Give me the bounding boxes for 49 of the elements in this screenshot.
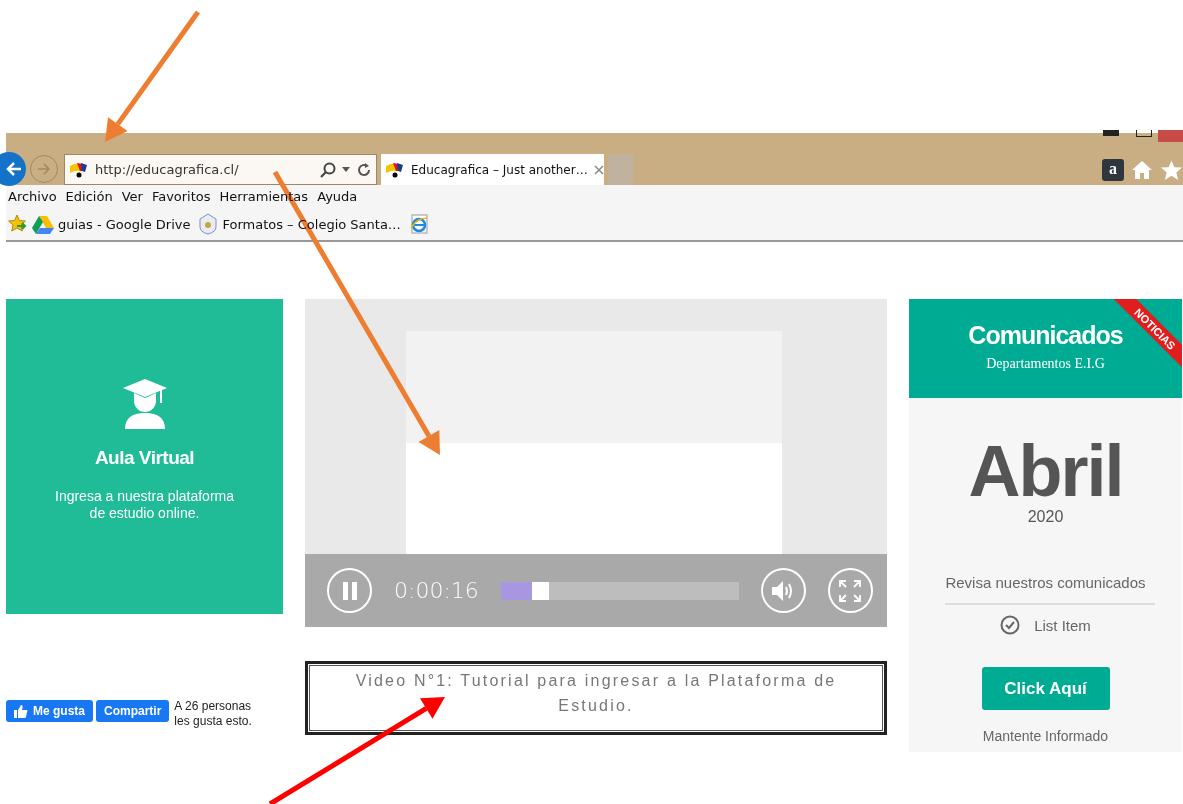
home-icon[interactable] — [1130, 159, 1154, 181]
dropdown-caret-icon[interactable] — [342, 167, 350, 172]
video-time: 0:00:16 — [394, 578, 479, 603]
thumbs-up-icon — [14, 704, 28, 718]
amazon-button[interactable]: a — [1102, 159, 1124, 181]
forward-arrow-icon — [37, 163, 51, 175]
back-arrow-icon — [6, 162, 22, 176]
favorites-star-icon[interactable] — [1160, 159, 1183, 181]
panel-description: Ingresa a nuestra plataforma de estudio online. — [54, 488, 235, 522]
card-title: Comunicados — [968, 321, 1123, 350]
browser-e-icon[interactable] — [408, 214, 429, 234]
drive-logo-icon[interactable] — [32, 214, 54, 234]
pause-button[interactable] — [327, 568, 372, 613]
footer-text: Mantente Informado — [981, 728, 1110, 744]
menu-item[interactable]: Favoritos — [149, 189, 218, 204]
tab-title: Educagrafica – Just another… — [411, 162, 588, 177]
menu-item[interactable]: Edición — [63, 189, 120, 204]
browser-tab[interactable]: Educagrafica – Just another… — [381, 154, 604, 185]
site-logo-icon — [385, 160, 405, 179]
url-text: http://educagrafica.cl/ — [95, 162, 240, 177]
menu-item[interactable]: Ver — [119, 189, 150, 204]
like-button[interactable]: Me gusta — [6, 700, 93, 722]
fullscreen-button[interactable] — [827, 568, 873, 613]
share-button[interactable]: Compartir — [96, 700, 170, 722]
like-count-text: A 26 personas les gusta esto. — [174, 699, 253, 729]
panel-title: Aula Virtual — [94, 447, 195, 469]
year-text: 2020 — [1026, 508, 1065, 526]
video-caption: Video N°1: Tutorial para ingresar a la Plataforma de Estudio. — [305, 661, 887, 735]
card-subtitle: Departamentos E.I.G — [986, 356, 1105, 372]
menu-item[interactable]: Archivo — [6, 189, 64, 204]
maximize-button[interactable] — [1136, 130, 1152, 137]
refresh-icon[interactable] — [356, 161, 372, 178]
favorite-link[interactable]: guias - Google Drive — [58, 216, 191, 232]
pause-icon — [342, 581, 357, 600]
progress-thumb[interactable] — [531, 581, 549, 600]
site-logo-icon — [69, 160, 89, 179]
shield-icon[interactable] — [198, 213, 219, 235]
volume-button[interactable] — [760, 568, 806, 613]
back-button[interactable] — [0, 152, 26, 186]
expand-icon — [839, 579, 862, 602]
address-bar[interactable]: http://educagrafica.cl/ — [64, 154, 377, 185]
month-text: Abril — [967, 436, 1124, 506]
add-favorite-icon[interactable] — [8, 214, 28, 234]
progress-track[interactable] — [500, 581, 739, 600]
list-item-text: List Item — [1034, 616, 1091, 634]
close-icon[interactable] — [593, 164, 604, 175]
search-icon[interactable] — [320, 161, 336, 178]
menu-item[interactable]: Ayuda — [315, 189, 365, 204]
intro-text: Revisa nuestros comunicados — [944, 574, 1147, 591]
